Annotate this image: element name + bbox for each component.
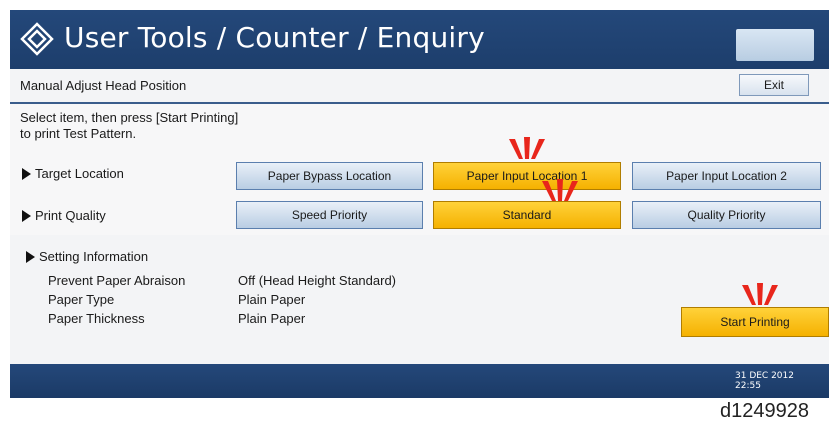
info-label-prevent-paper-abrasion: Prevent Paper Abraison — [48, 273, 186, 288]
function-title: Manual Adjust Head Position — [20, 78, 187, 93]
print-quality-text: Print Quality — [35, 208, 106, 223]
play-triangle-icon — [22, 209, 31, 222]
option-quality-priority[interactable]: Quality Priority — [632, 201, 821, 229]
status-bar: 31 DEC 2012 22:55 — [10, 364, 829, 398]
header-button[interactable] — [736, 29, 814, 61]
setting-information-heading: Setting Information — [26, 249, 148, 264]
exit-button[interactable]: Exit — [739, 74, 809, 96]
setting-information-panel: Setting Information Prevent Paper Abrais… — [10, 235, 829, 364]
status-datetime: 31 DEC 2012 22:55 — [735, 371, 794, 391]
print-quality-label: Print Quality — [22, 208, 106, 223]
red-highlight-burst-icon — [509, 137, 545, 159]
selection-panel: Select item, then press [Start Printing]… — [10, 104, 829, 237]
instructions: Select item, then press [Start Printing]… — [20, 110, 238, 142]
red-highlight-burst-icon — [742, 283, 778, 305]
play-triangle-icon — [26, 250, 35, 263]
sub-header: Manual Adjust Head Position Exit — [10, 69, 829, 104]
info-value-paper-thickness: Plain Paper — [238, 311, 306, 326]
instruction-line-1: Select item, then press [Start Printing] — [20, 110, 239, 125]
start-printing-button[interactable]: Start Printing — [681, 307, 829, 337]
title-bar: User Tools / Counter / Enquiry — [10, 10, 829, 69]
screen: User Tools / Counter / Enquiry Manual Ad… — [10, 10, 829, 398]
target-location-label: Target Location — [22, 166, 124, 181]
page-title: User Tools / Counter / Enquiry — [64, 21, 485, 54]
diamond-logo-icon — [20, 22, 54, 56]
figure-code: d1249928 — [720, 400, 809, 422]
play-triangle-icon — [22, 167, 31, 180]
info-label-paper-thickness: Paper Thickness — [48, 311, 145, 326]
status-time: 22:55 — [735, 381, 761, 391]
option-standard[interactable]: Standard — [433, 201, 621, 229]
setting-information-heading-text: Setting Information — [39, 249, 149, 264]
target-location-text: Target Location — [35, 166, 124, 181]
option-paper-bypass-location[interactable]: Paper Bypass Location — [236, 162, 423, 190]
instruction-line-2: to print Test Pattern. — [20, 126, 137, 141]
status-date: 31 DEC 2012 — [735, 371, 794, 381]
option-paper-input-location-2[interactable]: Paper Input Location 2 — [632, 162, 821, 190]
info-value-paper-type: Plain Paper — [238, 292, 306, 307]
option-paper-input-location-1[interactable]: Paper Input Location 1 — [433, 162, 621, 190]
option-speed-priority[interactable]: Speed Priority — [236, 201, 423, 229]
info-label-paper-type: Paper Type — [48, 292, 115, 307]
red-highlight-burst-icon — [542, 179, 578, 201]
info-value-prevent-paper-abrasion: Off (Head Height Standard) — [238, 273, 397, 288]
